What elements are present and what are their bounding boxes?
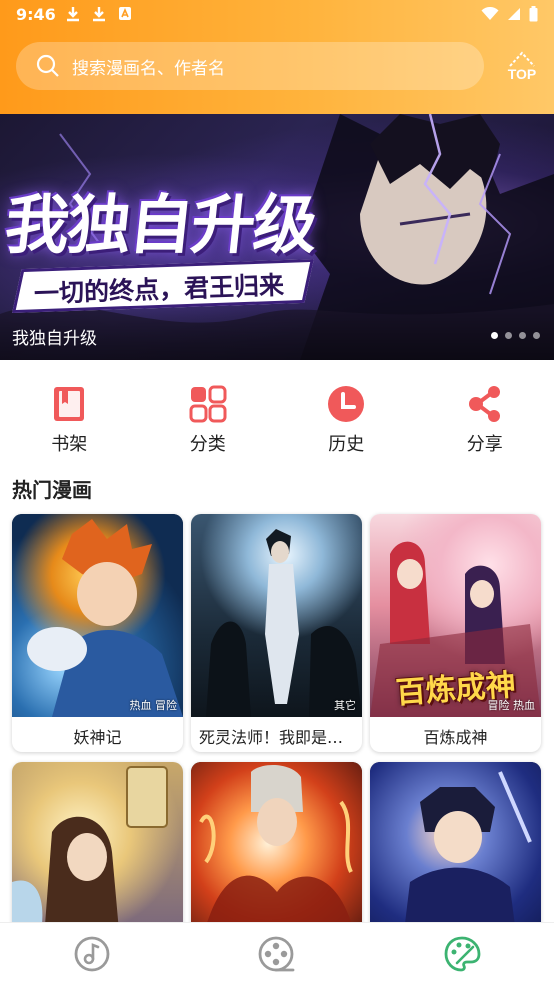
download-icon: [67, 7, 79, 22]
genre-tags: 冒险 热血: [487, 699, 536, 712]
top-label: TOP: [507, 66, 537, 82]
banner-art-title: 我独自升级: [1, 189, 320, 263]
carousel-dot[interactable]: [519, 332, 526, 339]
carousel-dot[interactable]: [491, 332, 498, 339]
status-bar: 9:46: [0, 0, 554, 30]
comic-card[interactable]: 热血 冒险 妖神记: [12, 514, 183, 752]
film-reel-icon: [258, 936, 295, 971]
cover-artwork: [206, 529, 362, 717]
shortcut-label: 分类: [189, 434, 226, 455]
shortcut-bookshelf[interactable]: 书架: [0, 372, 139, 462]
download-icon: [93, 7, 105, 22]
cover-artwork: [27, 519, 183, 717]
palette-icon: [444, 936, 481, 971]
carousel-dot[interactable]: [533, 332, 540, 339]
search-bar[interactable]: 搜索漫画名、作者名: [16, 42, 484, 90]
banner-carousel[interactable]: 我独自升级 一切的终点，君王归来 我独自升级: [0, 114, 554, 360]
nav-item-music[interactable]: [0, 923, 185, 984]
app-header: 9:46 搜索漫画名、作者名 TOP: [0, 0, 554, 114]
music-disc-icon: [74, 936, 110, 971]
shortcut-label: 历史: [328, 434, 365, 455]
system-icons: [481, 6, 538, 22]
signal-icon: [508, 8, 520, 20]
battery-icon: [529, 6, 538, 22]
status-time: 9:46: [16, 5, 56, 24]
comic-title: 百炼成神: [423, 728, 488, 747]
shortcut-label: 分享: [466, 434, 503, 455]
wifi-icon: [481, 7, 499, 20]
comic-card[interactable]: 其它 死灵法师！我即是天灾: [191, 514, 362, 752]
comic-cover: 热血 冒险: [12, 514, 183, 717]
carousel-dot[interactable]: [505, 332, 512, 339]
nav-item-comics[interactable]: [369, 923, 554, 984]
comic-title: 死灵法师！我即是天灾: [199, 728, 354, 747]
back-to-top-button[interactable]: TOP: [502, 50, 542, 84]
banner-caption: 我独自升级: [12, 329, 97, 349]
comic-title: 妖神记: [73, 728, 122, 747]
search-placeholder: 搜索漫画名、作者名: [72, 58, 225, 79]
bookshelf-icon: [54, 387, 85, 421]
comic-cover: 其它: [191, 514, 362, 717]
shortcut-label: 书架: [51, 434, 88, 455]
genre-tags: 热血 冒险: [129, 699, 178, 712]
comic-card[interactable]: 百炼成神 冒险 热血 百炼成神: [370, 514, 541, 752]
bottom-navigation: [0, 922, 554, 984]
category-grid-icon: [189, 385, 227, 423]
search-icon: [36, 54, 59, 77]
carousel-indicator: [491, 332, 540, 339]
share-icon: [468, 386, 500, 422]
notification-icons: [66, 6, 132, 22]
section-title: 热门漫画: [12, 478, 92, 502]
nav-item-video[interactable]: [185, 923, 370, 984]
shortcut-menu: 书架 分类 历史 分享: [0, 372, 554, 462]
shortcut-share[interactable]: 分享: [416, 372, 554, 462]
shortcut-history[interactable]: 历史: [277, 372, 416, 462]
comic-cover: 百炼成神 冒险 热血: [370, 514, 541, 717]
genre-tags: 其它: [334, 699, 356, 712]
shortcut-category[interactable]: 分类: [139, 372, 278, 462]
history-clock-icon: [328, 386, 365, 422]
font-app-icon: [119, 7, 131, 20]
